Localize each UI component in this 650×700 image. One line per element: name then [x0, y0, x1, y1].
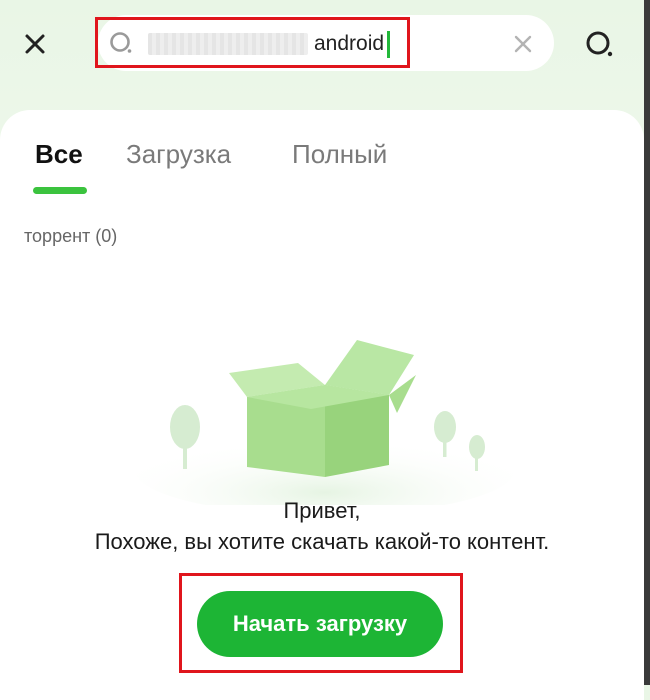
- search-icon: [110, 32, 132, 53]
- close-icon: [25, 34, 45, 54]
- tab-downloads[interactable]: Загрузка: [126, 137, 231, 171]
- top-bar: android: [0, 0, 650, 110]
- empty-box-illustration: [135, 340, 515, 505]
- start-download-button[interactable]: Начать загрузку: [197, 591, 443, 657]
- search-button-icon[interactable]: [583, 28, 617, 62]
- greeting-line-1: Привет,: [283, 498, 361, 523]
- close-button[interactable]: [18, 27, 52, 61]
- clear-icon[interactable]: [510, 31, 536, 57]
- right-edge: [644, 0, 650, 685]
- text-cursor: [387, 31, 390, 58]
- tab-full[interactable]: Полный: [292, 137, 387, 171]
- active-tab-indicator: [33, 187, 87, 194]
- redacted-text: [148, 33, 308, 55]
- tab-all[interactable]: Все: [35, 137, 83, 171]
- torrent-count: торрент (0): [24, 226, 118, 246]
- greeting-line-2: Похоже, вы хотите скачать какой-то конте…: [94, 529, 550, 554]
- search-query[interactable]: android: [314, 31, 384, 57]
